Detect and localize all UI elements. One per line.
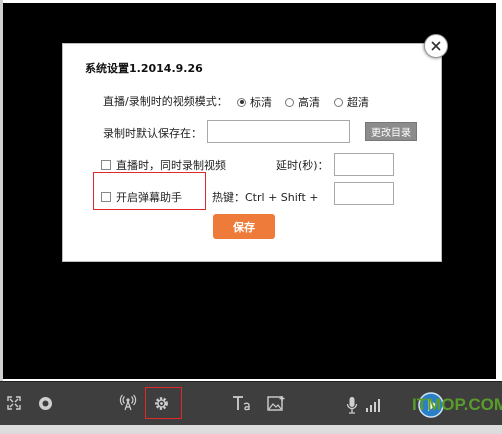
- record-while-live-box: [101, 160, 111, 170]
- radio-sd-label: 标清: [250, 96, 272, 109]
- settings-dialog: 系统设置1.2014.9.26 直播/录制时的视频模式： 标清 高清 超清 录制…: [62, 43, 442, 262]
- danmaku-helper-box: [101, 192, 111, 202]
- radio-uhd[interactable]: 超清: [334, 94, 369, 110]
- save-button[interactable]: 保存: [213, 214, 275, 239]
- radio-hd-label: 高清: [298, 96, 320, 109]
- image-icon[interactable]: [266, 394, 286, 412]
- radio-uhd-dot: [334, 97, 343, 107]
- record-icon[interactable]: [37, 395, 53, 411]
- record-while-live-label: 直播时，同时录制视频: [116, 159, 226, 172]
- video-mode-label: 直播/录制时的视频模式：: [103, 95, 228, 108]
- save-path-input[interactable]: [207, 120, 350, 143]
- bottom-strip: [0, 425, 502, 434]
- hotkey-input[interactable]: [334, 182, 394, 205]
- close-button[interactable]: [424, 34, 448, 58]
- record-while-live-checkbox[interactable]: 直播时，同时录制视频: [101, 157, 226, 173]
- broadcast-icon[interactable]: [119, 394, 137, 412]
- signal-icon: [366, 398, 382, 412]
- settings-icon[interactable]: [152, 394, 170, 412]
- danmaku-helper-label: 开启弹幕助手: [116, 191, 182, 204]
- dialog-title: 系统设置1.2014.9.26: [85, 62, 203, 75]
- radio-hd-dot: [285, 97, 294, 107]
- fullscreen-icon[interactable]: [6, 395, 22, 411]
- radio-hd[interactable]: 高清: [285, 94, 320, 110]
- change-directory-button[interactable]: 更改目录: [365, 122, 417, 141]
- close-icon: [431, 41, 441, 51]
- delay-label: 延时(秒)：: [276, 159, 329, 172]
- save-path-label: 录制时默认保存在：: [103, 127, 202, 140]
- delay-input[interactable]: [334, 153, 394, 176]
- itmop-watermark: ITMOP.COM: [412, 392, 502, 418]
- microphone-icon[interactable]: [344, 395, 360, 415]
- text-icon[interactable]: [232, 394, 252, 412]
- hotkey-label: 热键：Ctrl + Shift +: [212, 191, 319, 204]
- danmaku-helper-checkbox[interactable]: 开启弹幕助手: [101, 189, 182, 205]
- radio-sd[interactable]: 标清: [237, 94, 272, 110]
- radio-sd-dot: [237, 97, 246, 107]
- radio-uhd-label: 超清: [347, 96, 369, 109]
- watermark-text: ITMOP.COM: [412, 395, 502, 414]
